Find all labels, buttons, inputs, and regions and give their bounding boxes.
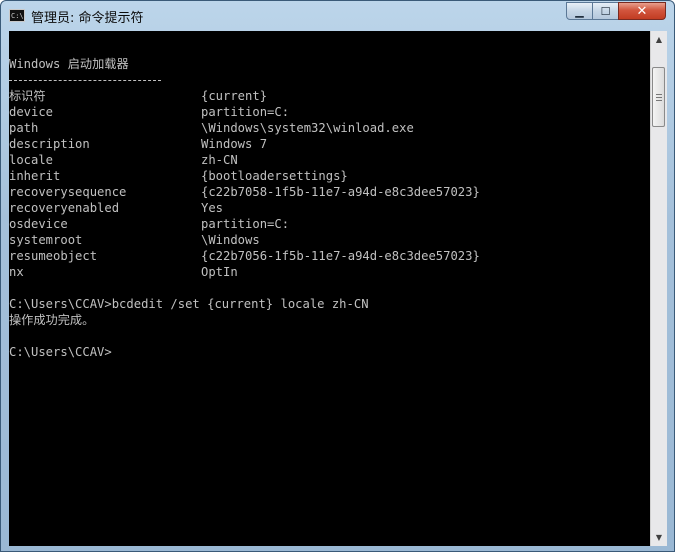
command-result: 操作成功完成。	[9, 313, 95, 327]
bcd-entry-row: systemroot \Windows	[9, 232, 480, 248]
entry-key: recoverysequence	[9, 185, 127, 199]
entry-value: {c22b7058-1f5b-11e7-a94d-e8c3dee57023}	[201, 185, 480, 199]
command-prompt[interactable]: C:\Users\CCAV>	[9, 344, 480, 360]
bcd-entry-row: 标识符 {current}	[9, 88, 480, 104]
scroll-up-arrow-icon[interactable]: ▲	[651, 31, 667, 48]
bcd-entry-row: device partition=C:	[9, 104, 480, 120]
entry-value: Yes	[201, 201, 224, 215]
entry-value: zh-CN	[201, 153, 238, 167]
maximize-icon: ☐	[600, 4, 611, 18]
grip-line	[656, 100, 662, 101]
bcd-entry-row: locale zh-CN	[9, 152, 480, 168]
boot-loader-header: Windows 启动加载器	[9, 57, 129, 71]
bcd-entry-row: path \Windows\system32\winload.exe	[9, 120, 480, 136]
grip-line	[656, 97, 662, 98]
bcd-entry-row: osdevice partition=C:	[9, 216, 480, 232]
command-prompt-window: C:\ 管理员: 命令提示符 ▁ ☐ ✕ Windows 启动加载器 标识符 {c…	[0, 0, 675, 552]
title-bar[interactable]: C:\ 管理员: 命令提示符 ▁ ☐ ✕	[1, 1, 674, 31]
entry-key: path	[9, 121, 39, 135]
bcd-entry-row: recoveryenabled Yes	[9, 200, 480, 216]
grip-line	[656, 94, 662, 95]
minimize-icon: ▁	[575, 4, 584, 18]
window-bottom-border	[1, 546, 674, 551]
entry-value: partition=C:	[201, 217, 290, 231]
minimize-button[interactable]: ▁	[566, 2, 593, 20]
entry-key: locale	[9, 153, 54, 167]
bcd-entry-row: inherit {bootloadersettings}	[9, 168, 480, 184]
entry-key: nx	[9, 265, 24, 279]
entry-key: device	[9, 105, 54, 119]
scrollbar-thumb[interactable]	[652, 67, 665, 127]
entry-key: description	[9, 137, 90, 151]
entry-value: partition=C:	[201, 105, 290, 119]
window-title: 管理员: 命令提示符	[31, 11, 144, 26]
close-icon: ✕	[636, 3, 648, 19]
entry-key: systemroot	[9, 233, 83, 247]
bcd-entries: 标识符 {current} device partition=C: path \Windo…	[9, 88, 480, 280]
maximize-button[interactable]: ☐	[592, 2, 619, 20]
entry-key: resumeobject	[9, 249, 98, 263]
command-line: C:\Users\CCAV>bcdedit /set {current} loc…	[9, 297, 369, 311]
entry-value: {current}	[201, 89, 268, 103]
entry-value: \Windows	[201, 233, 260, 247]
console-output-area[interactable]: Windows 启动加载器 标识符 {current} device partitio…	[9, 31, 650, 546]
cmd-icon[interactable]: C:\	[9, 9, 25, 22]
bcd-entry-row: description Windows 7	[9, 136, 480, 152]
entry-key: recoveryenabled	[9, 201, 120, 215]
close-button[interactable]: ✕	[618, 2, 666, 20]
entry-value: {bootloadersettings}	[201, 169, 348, 183]
entry-value: Windows 7	[201, 137, 268, 151]
entry-value: {c22b7056-1f5b-11e7-a94d-e8c3dee57023}	[201, 249, 480, 263]
bcd-entry-row: resumeobject {c22b7056-1f5b-11e7-a94d-e8c…	[9, 248, 480, 264]
terminal-text: Windows 启动加载器 标识符 {current} device partitio…	[9, 40, 480, 360]
vertical-scrollbar[interactable]: ▲ ▼	[650, 31, 667, 546]
entry-value: \Windows\system32\winload.exe	[201, 121, 414, 135]
entry-value: OptIn	[201, 265, 238, 279]
entry-key: inherit	[9, 169, 61, 183]
entry-key: osdevice	[9, 217, 68, 231]
scroll-down-arrow-icon[interactable]: ▼	[651, 529, 667, 546]
bcd-entry-row: nx OptIn	[9, 264, 480, 280]
header-separator	[9, 72, 480, 88]
entry-key: 标识符	[9, 89, 46, 103]
bcd-entry-row: recoverysequence {c22b7058-1f5b-11e7-a94d…	[9, 184, 480, 200]
